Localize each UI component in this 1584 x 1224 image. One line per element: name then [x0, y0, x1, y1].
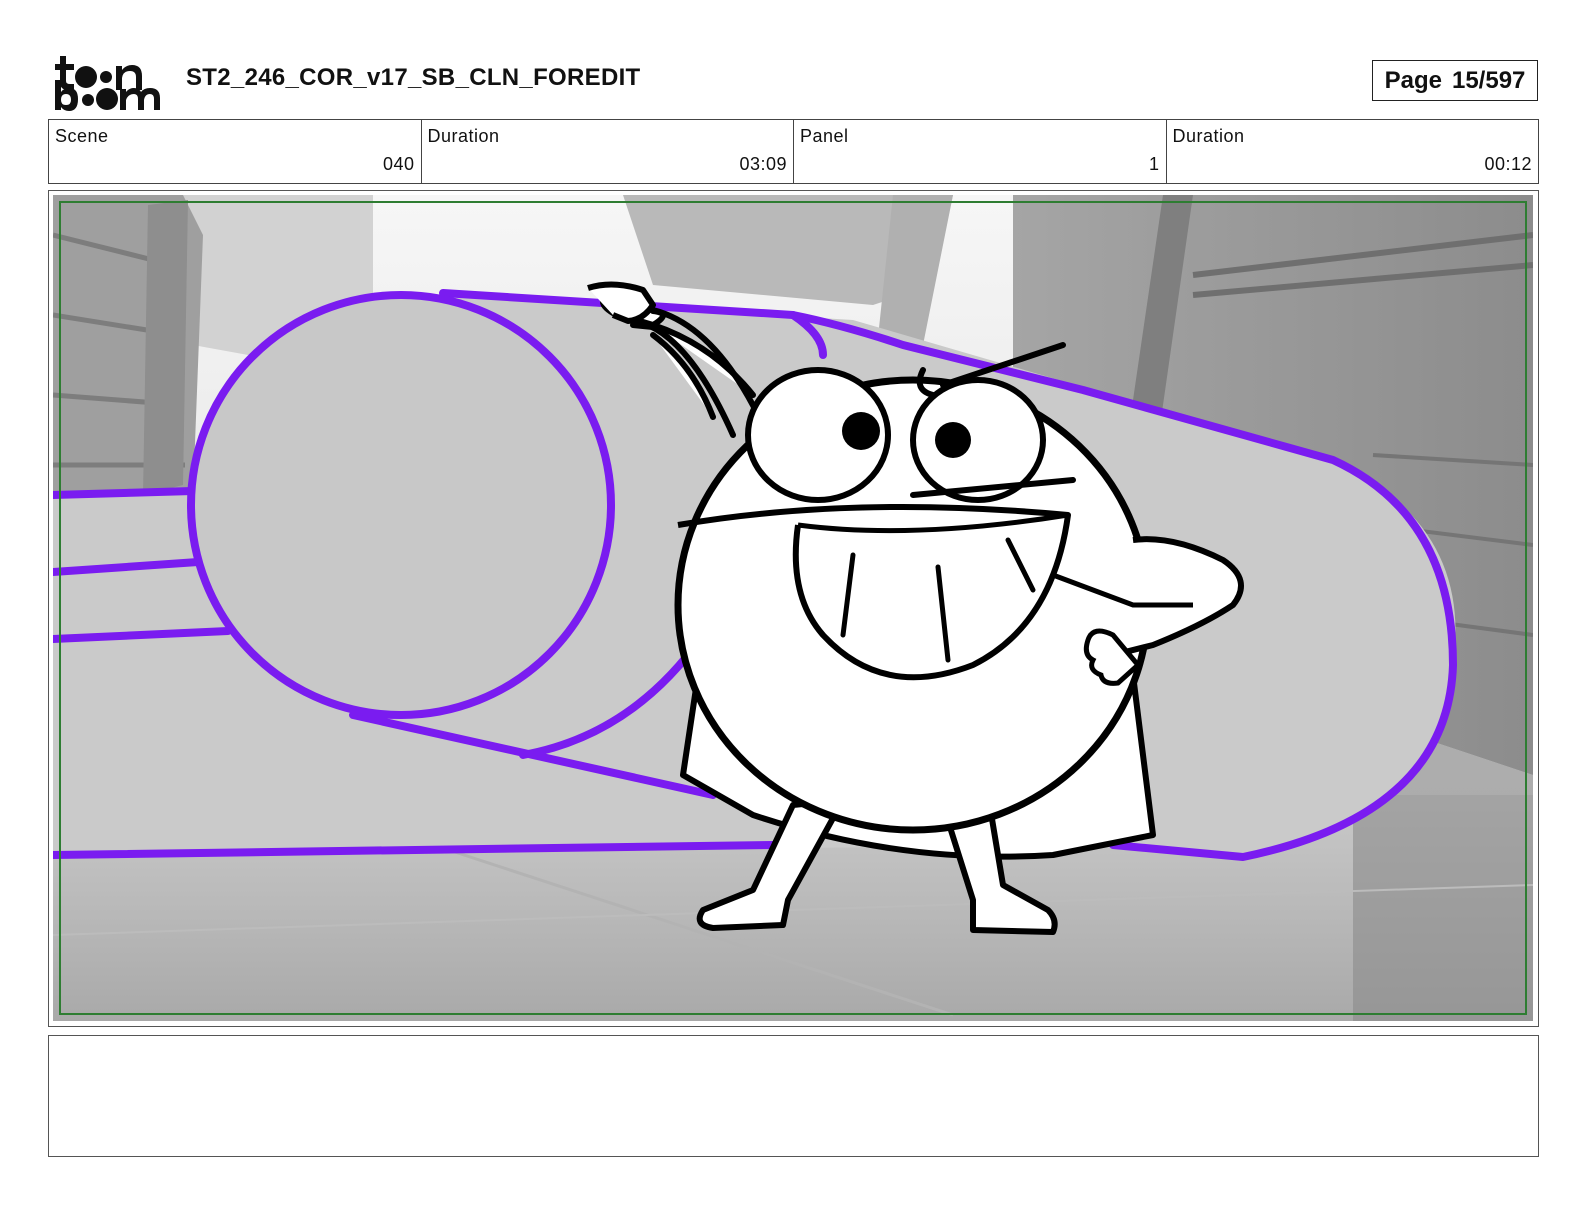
- page-number: 15/597: [1451, 66, 1526, 94]
- scene-cell: Scene 040: [49, 120, 422, 183]
- panel-duration-value: 00:12: [1484, 154, 1532, 174]
- panel-duration-label: Duration: [1172, 126, 1245, 146]
- storyboard-panel: [48, 190, 1539, 1027]
- panel-cell: Panel 1: [794, 120, 1167, 183]
- panel-notes-box: [48, 1035, 1539, 1157]
- character-right-pupil: [935, 422, 971, 458]
- panel-info-row: Scene 040 Duration 03:09 Panel 1 Duratio…: [48, 119, 1539, 184]
- scene-duration-value: 03:09: [739, 154, 787, 174]
- scene-label: Scene: [55, 126, 109, 146]
- page-indicator: Page 15/597: [1372, 60, 1538, 101]
- panel-duration-cell: Duration 00:12: [1167, 120, 1539, 183]
- panel-label: Panel: [800, 126, 849, 146]
- guide-speed-line-1: [53, 487, 197, 499]
- scene-value: 040: [382, 154, 415, 174]
- guide-tube-end-ellipse: [187, 291, 615, 719]
- panel-value: 1: [1148, 154, 1160, 174]
- character-left-pupil: [842, 412, 880, 450]
- page-label: Page: [1384, 66, 1442, 94]
- scene-duration-label: Duration: [427, 126, 500, 146]
- scene-duration-cell: Duration 03:09: [422, 120, 794, 183]
- document-title: ST2_246_COR_v17_SB_CLN_FOREDIT: [186, 64, 641, 91]
- toon-boom-logo: [55, 56, 160, 111]
- panel-drawing: [53, 195, 1533, 1021]
